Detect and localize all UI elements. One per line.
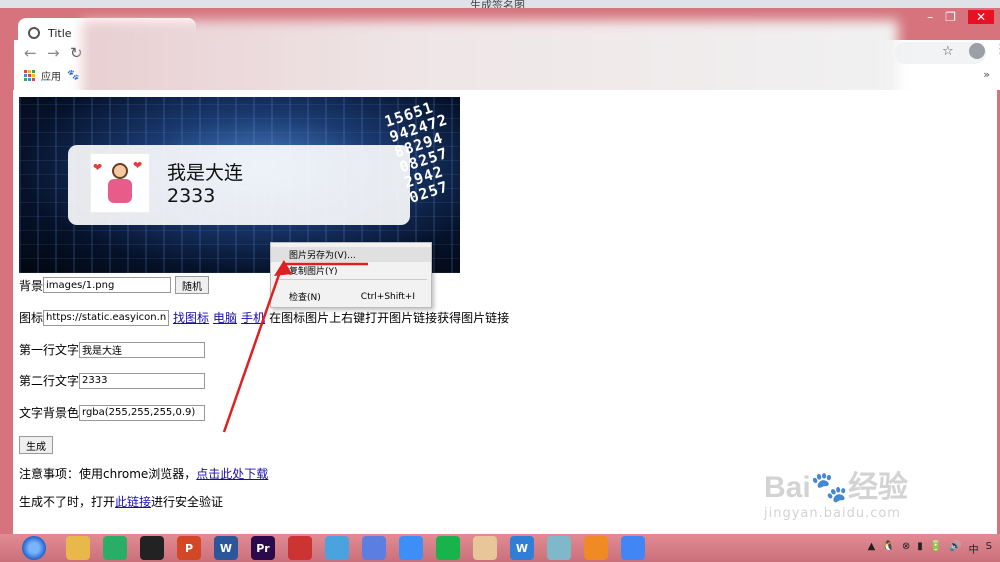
qq-icon[interactable] bbox=[140, 536, 164, 560]
powerpoint-icon[interactable]: P bbox=[177, 536, 201, 560]
tray-icon[interactable]: ▮ bbox=[917, 541, 923, 556]
baidu-netdisk-icon[interactable] bbox=[399, 536, 423, 560]
avatar-app-icon[interactable] bbox=[473, 536, 497, 560]
swirl-app-icon[interactable] bbox=[584, 536, 608, 560]
notes-app-icon[interactable] bbox=[547, 536, 571, 560]
taskbar: P W Pr W ▲ 🐧 ⊗ ▮ 🔋 🔊 中 S bbox=[0, 534, 1000, 562]
tray-icon[interactable]: ▲ bbox=[868, 541, 876, 556]
tray-icon[interactable]: 🔋 bbox=[930, 541, 942, 556]
word-icon[interactable]: W bbox=[214, 536, 238, 560]
taskbar-apps: P W Pr W bbox=[66, 536, 645, 560]
green-app-icon[interactable] bbox=[436, 536, 460, 560]
tray-icon[interactable]: S bbox=[986, 541, 992, 556]
tray-icon[interactable]: 🔊 bbox=[949, 541, 961, 556]
wechat-icon[interactable] bbox=[103, 536, 127, 560]
file-explorer-icon[interactable] bbox=[66, 536, 90, 560]
chrome-icon[interactable] bbox=[621, 536, 645, 560]
tray-icon[interactable]: ⊗ bbox=[902, 541, 910, 556]
tray-icon[interactable]: 中 bbox=[969, 541, 979, 556]
annotation-arrow-shaft bbox=[222, 265, 284, 433]
arrow-app-icon[interactable] bbox=[362, 536, 386, 560]
annotation-arrow-head bbox=[274, 260, 292, 276]
system-tray: ▲ 🐧 ⊗ ▮ 🔋 🔊 中 S bbox=[868, 541, 992, 556]
baidu-jingyan-watermark: Bai🐾经验 jingyan.baidu.com bbox=[764, 471, 909, 521]
tray-icon[interactable]: 🐧 bbox=[882, 541, 894, 556]
bird-app-icon[interactable] bbox=[325, 536, 349, 560]
premiere-icon[interactable]: Pr bbox=[251, 536, 275, 560]
start-button-icon[interactable] bbox=[22, 536, 46, 560]
wps-icon[interactable]: W bbox=[510, 536, 534, 560]
app-icon[interactable] bbox=[288, 536, 312, 560]
